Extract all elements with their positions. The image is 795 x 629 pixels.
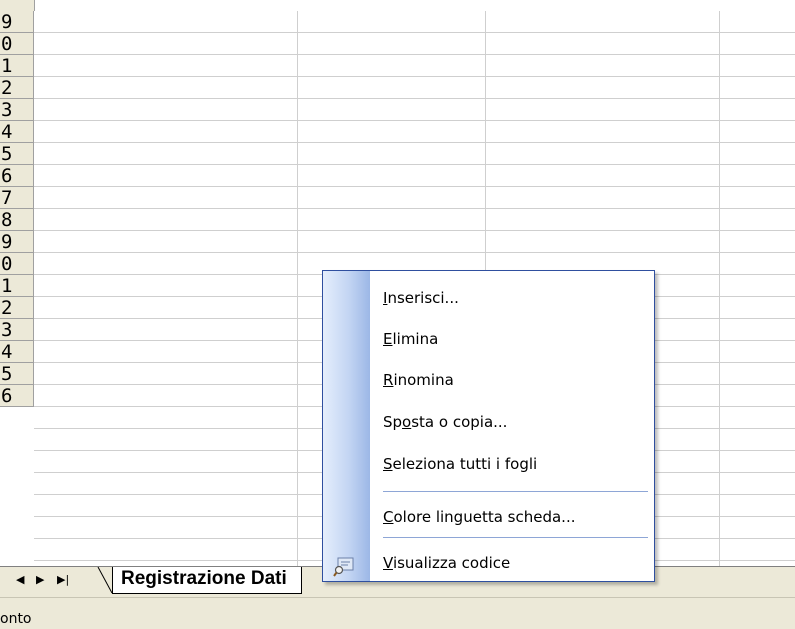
view-code-icon [333, 557, 354, 577]
menu-item-label-suffix: olore linguetta scheda... [393, 508, 576, 526]
menu-item-label-suffix: isualizza codice [392, 554, 511, 572]
menu-item-label-suffix: limina [392, 330, 439, 348]
menu-separator [383, 491, 648, 492]
row-header[interactable]: 5 [0, 363, 33, 385]
column-gridline [297, 11, 298, 566]
menu-item-accelerator: C [383, 508, 394, 526]
menu-item-label-suffix: sta o copia... [411, 413, 508, 431]
last-sheet-icon[interactable]: ▶| [57, 573, 69, 587]
column-gridline [719, 11, 720, 566]
menu-item-rinomina[interactable]: Rinomina [370, 360, 654, 400]
row-header[interactable]: 8 [0, 209, 33, 231]
menu-item-inserisci[interactable]: Inserisci... [370, 278, 654, 318]
row-header[interactable]: 1 [0, 55, 33, 77]
menu-item-label-suffix: inomina [393, 371, 454, 389]
row-header[interactable]: 4 [0, 341, 33, 363]
menu-item-accelerator: o [402, 413, 412, 431]
sheet-context-menu: Inserisci... Elimina Rinomina Sposta o c… [322, 270, 655, 582]
menu-item-label-prefix: Sp [383, 413, 403, 431]
next-sheet-icon[interactable]: ▶ [36, 573, 44, 587]
status-bar: onto [0, 597, 795, 629]
row-header[interactable]: 6 [0, 165, 33, 187]
row-header[interactable]: 7 [0, 187, 33, 209]
menu-item-elimina[interactable]: Elimina [370, 319, 654, 359]
row-header[interactable]: 5 [0, 143, 33, 165]
menu-item-accelerator: R [383, 371, 394, 389]
row-header[interactable]: 4 [0, 121, 33, 143]
menu-item-seleziona-tutti-fogli[interactable]: Seleziona tutti i fogli [370, 444, 654, 484]
row-header[interactable]: 2 [0, 297, 33, 319]
menu-item-visualizza-codice[interactable]: Visualizza codice [370, 543, 654, 583]
row-header[interactable]: 3 [0, 319, 33, 341]
row-header[interactable]: 0 [0, 33, 33, 55]
row-header[interactable]: 3 [0, 99, 33, 121]
row-header[interactable]: 1 [0, 275, 33, 297]
row-header[interactable]: 0 [0, 253, 33, 275]
row-header[interactable]: 6 [0, 385, 33, 407]
menu-item-label-suffix: eleziona tutti i fogli [392, 455, 538, 473]
first-sheet-icon[interactable]: ◀ [16, 573, 24, 587]
menu-item-sposta-copia[interactable]: Sposta o copia... [370, 402, 654, 442]
menu-separator [383, 537, 648, 538]
row-header-top [0, 0, 35, 11]
menu-item-accelerator: S [383, 455, 393, 473]
menu-item-colore-linguetta[interactable]: Colore linguetta scheda... [370, 497, 654, 537]
status-text: onto [0, 611, 32, 627]
row-header[interactable]: 9 [0, 11, 33, 33]
sheet-tab-registrazione-dati[interactable]: Registrazione Dati [112, 567, 302, 594]
menu-item-label-suffix: nserisci... [387, 289, 459, 307]
row-header[interactable]: 9 [0, 231, 33, 253]
menu-icon-gutter [323, 271, 370, 581]
menu-item-accelerator: V [383, 554, 393, 572]
row-header[interactable]: 2 [0, 77, 33, 99]
row-headers: 9 0 1 2 3 4 5 6 7 8 9 0 1 2 3 4 5 6 [0, 11, 34, 407]
